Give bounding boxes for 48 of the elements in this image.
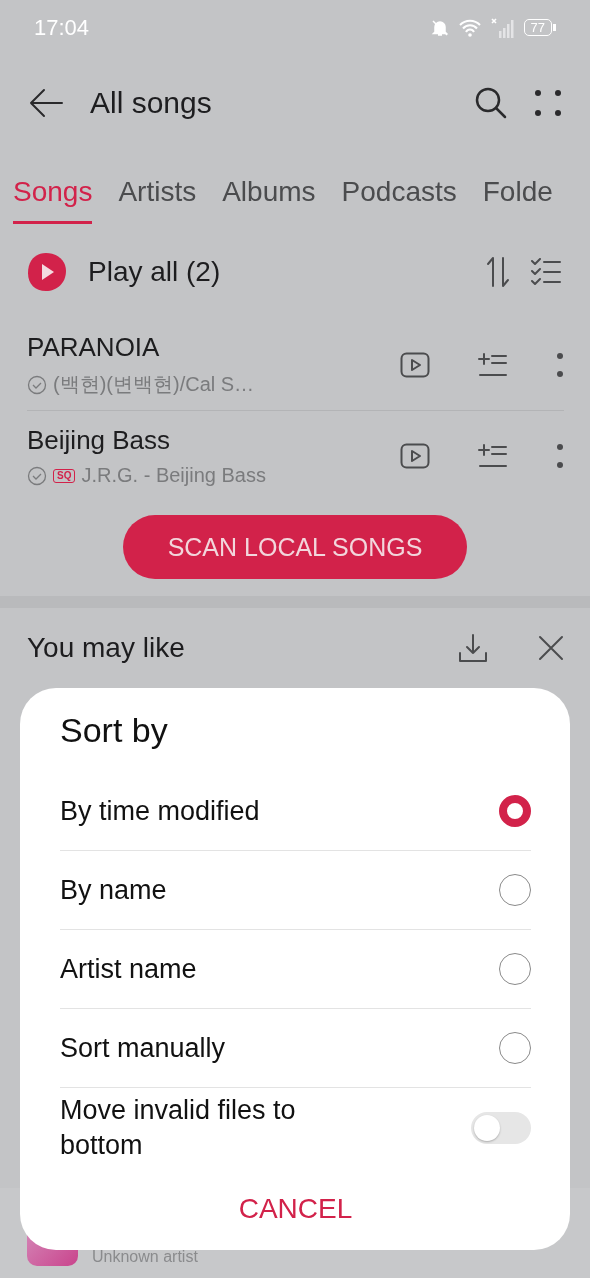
category-tab[interactable]: Podcasts bbox=[341, 162, 457, 224]
song-title: PARANOIA bbox=[27, 332, 161, 363]
category-tab[interactable]: Albums bbox=[222, 162, 316, 224]
status-time: 17:04 bbox=[34, 14, 90, 41]
close-icon[interactable] bbox=[538, 635, 564, 661]
radio-button[interactable] bbox=[499, 874, 531, 906]
song-artist: J.R.G. - Beijing Bass bbox=[81, 464, 266, 487]
radio-button[interactable] bbox=[499, 1032, 531, 1064]
player-artist: Unknown artist bbox=[92, 1248, 198, 1266]
song-artist: (백현)(변백현)/Cal S… bbox=[53, 372, 255, 397]
radio-button[interactable] bbox=[499, 953, 531, 985]
category-tab[interactable]: Folde bbox=[482, 162, 553, 224]
check-circle-icon bbox=[27, 374, 47, 395]
page-title: All songs bbox=[90, 85, 213, 120]
toggle-label: Move invalid files to bottom bbox=[60, 1094, 297, 1162]
check-circle-icon bbox=[27, 465, 47, 486]
checklist-icon[interactable] bbox=[530, 258, 562, 286]
more-vertical-icon[interactable] bbox=[556, 352, 564, 378]
video-play-icon[interactable] bbox=[400, 443, 430, 469]
play-all-label[interactable]: Play all (2) bbox=[88, 256, 466, 288]
song-title: Beijing Bass bbox=[27, 425, 172, 456]
back-arrow-icon[interactable] bbox=[28, 86, 64, 119]
dialog-title: Sort by bbox=[60, 709, 169, 751]
toggle-switch[interactable] bbox=[471, 1112, 531, 1144]
add-to-queue-icon[interactable] bbox=[478, 352, 508, 378]
category-tab[interactable]: Artists bbox=[118, 162, 197, 224]
signal-icon bbox=[489, 16, 516, 39]
sort-option-label[interactable]: By name bbox=[60, 874, 167, 906]
more-vertical-icon[interactable] bbox=[556, 443, 564, 469]
cancel-button[interactable]: CANCEL bbox=[60, 1168, 531, 1250]
download-icon[interactable] bbox=[458, 633, 488, 663]
search-icon[interactable] bbox=[474, 85, 508, 120]
video-play-icon[interactable] bbox=[400, 352, 430, 378]
radio-button[interactable] bbox=[499, 795, 531, 827]
wifi-icon bbox=[457, 18, 482, 37]
battery-indicator: 77 bbox=[523, 19, 556, 36]
muted-bell-icon bbox=[429, 17, 450, 38]
play-all-icon[interactable] bbox=[26, 251, 68, 293]
section-title: You may like bbox=[27, 632, 186, 664]
sort-option-label[interactable]: Sort manually bbox=[60, 1032, 226, 1064]
more-dots-icon[interactable] bbox=[534, 88, 562, 117]
quality-badge: SQ bbox=[53, 468, 76, 483]
add-to-queue-icon[interactable] bbox=[478, 443, 508, 469]
category-tab[interactable]: Songs bbox=[13, 162, 93, 224]
sort-icon[interactable] bbox=[486, 256, 510, 288]
sort-option-label[interactable]: Artist name bbox=[60, 953, 197, 985]
scan-local-songs-button[interactable]: SCAN LOCAL SONGS bbox=[123, 515, 467, 579]
sort-option-label[interactable]: By time modified bbox=[60, 795, 260, 827]
